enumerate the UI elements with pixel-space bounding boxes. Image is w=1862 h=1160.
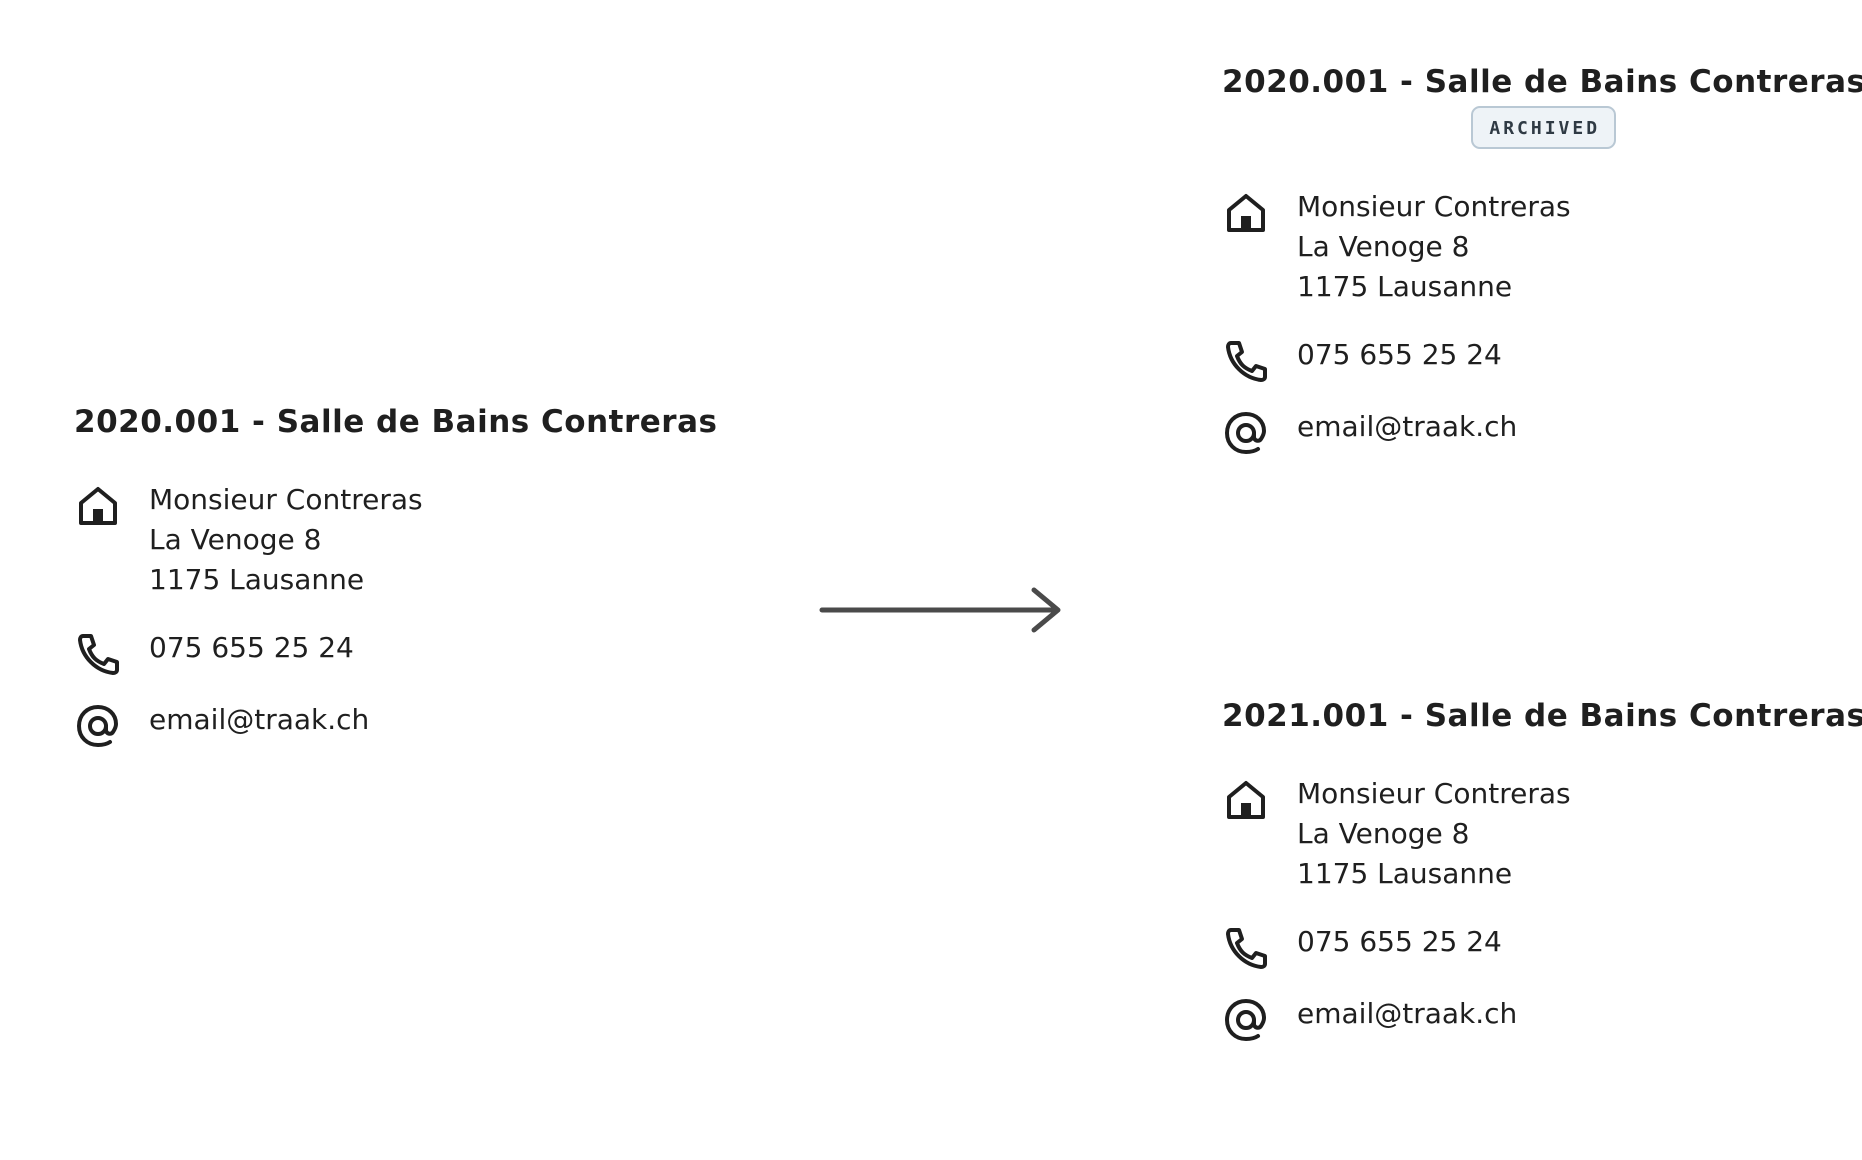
email-row: email@traak.ch bbox=[1222, 994, 1862, 1042]
email-row: email@traak.ch bbox=[74, 700, 717, 748]
status-badge: ARCHIVED bbox=[1471, 106, 1617, 149]
email-address: email@traak.ch bbox=[1297, 410, 1518, 443]
address-line-city: 1175 Lausanne bbox=[1297, 857, 1513, 890]
address-line-city: 1175 Lausanne bbox=[1297, 270, 1513, 303]
project-title: 2021.001 - Salle de Bains Contreras bbox=[1222, 698, 1862, 734]
phone-row: 075 655 25 24 bbox=[74, 628, 717, 675]
project-title: 2020.001 - Salle de Bains Contreras bbox=[74, 404, 718, 440]
contact-details: Monsieur Contreras La Venoge 8 1175 Laus… bbox=[1222, 187, 1862, 455]
phone-number: 075 655 25 24 bbox=[1297, 338, 1502, 371]
phone-row: 075 655 25 24 bbox=[1222, 922, 1862, 969]
address-line-street: La Venoge 8 bbox=[1297, 230, 1470, 263]
email-address: email@traak.ch bbox=[149, 703, 370, 736]
email-address: email@traak.ch bbox=[1297, 997, 1518, 1030]
at-sign-icon bbox=[76, 704, 119, 748]
arrow-right-icon bbox=[819, 587, 1061, 633]
phone-number: 075 655 25 24 bbox=[1297, 925, 1502, 958]
address-line-name: Monsieur Contreras bbox=[1297, 777, 1571, 810]
phone-number: 075 655 25 24 bbox=[149, 631, 354, 664]
archived-project-card: 2020.001 - Salle de Bains Contreras ARCH… bbox=[1222, 64, 1862, 455]
address-row: Monsieur Contreras La Venoge 8 1175 Laus… bbox=[74, 480, 717, 600]
address-line-name: Monsieur Contreras bbox=[149, 483, 423, 516]
contact-details: Monsieur Contreras La Venoge 8 1175 Laus… bbox=[1222, 774, 1862, 1042]
phone-row: 075 655 25 24 bbox=[1222, 335, 1862, 382]
email-row: email@traak.ch bbox=[1222, 407, 1862, 455]
at-sign-icon bbox=[1224, 411, 1267, 455]
address-row: Monsieur Contreras La Venoge 8 1175 Laus… bbox=[1222, 774, 1862, 894]
phone-icon bbox=[1226, 341, 1267, 382]
address-line-street: La Venoge 8 bbox=[149, 523, 322, 556]
phone-icon bbox=[78, 634, 119, 675]
home-icon bbox=[1227, 781, 1265, 819]
contact-details: Monsieur Contreras La Venoge 8 1175 Laus… bbox=[74, 480, 717, 748]
home-icon bbox=[1227, 194, 1265, 232]
phone-icon bbox=[1226, 928, 1267, 969]
new-project-card: 2021.001 - Salle de Bains Contreras Mons… bbox=[1222, 698, 1862, 1042]
address-line-street: La Venoge 8 bbox=[1297, 817, 1470, 850]
project-title: 2020.001 - Salle de Bains Contreras bbox=[1222, 64, 1862, 100]
address-line-name: Monsieur Contreras bbox=[1297, 190, 1571, 223]
at-sign-icon bbox=[1224, 998, 1267, 1042]
status-badge-wrap: ARCHIVED bbox=[1222, 106, 1862, 149]
source-project-card: 2020.001 - Salle de Bains Contreras Mons… bbox=[74, 404, 718, 748]
address-row: Monsieur Contreras La Venoge 8 1175 Laus… bbox=[1222, 187, 1862, 307]
home-icon bbox=[79, 487, 117, 525]
address-line-city: 1175 Lausanne bbox=[149, 563, 365, 596]
project-archive-diagram: 2020.001 - Salle de Bains Contreras Mons… bbox=[0, 0, 1862, 1160]
